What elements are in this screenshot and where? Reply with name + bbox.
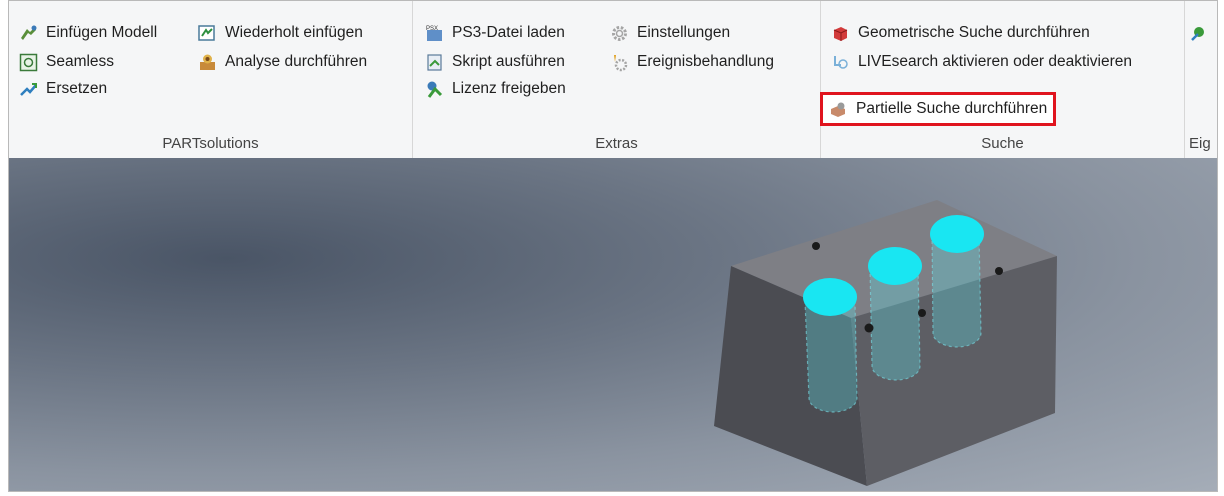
3d-viewport[interactable] bbox=[9, 158, 1217, 491]
insert-model-button[interactable]: Einfügen Modell bbox=[19, 21, 157, 45]
seamless-icon bbox=[19, 53, 38, 72]
3d-model bbox=[714, 200, 1057, 486]
gear-icon bbox=[610, 24, 629, 43]
partial-search-label: Partielle Suche durchführen bbox=[856, 100, 1048, 117]
geometric-search-icon bbox=[831, 24, 850, 43]
script-icon bbox=[425, 53, 444, 72]
license-icon bbox=[425, 80, 444, 99]
repeat-insert-button[interactable]: Wiederholt einfügen bbox=[198, 21, 363, 45]
ps3-load-label: PS3-Datei laden bbox=[452, 24, 565, 41]
repeat-insert-icon bbox=[198, 24, 217, 43]
partial-search-icon bbox=[829, 100, 848, 119]
app-window: Einfügen Modell Wiederholt einfügen Seam… bbox=[8, 0, 1218, 492]
settings-label: Einstellungen bbox=[637, 24, 731, 41]
livesearch-toggle-button[interactable]: LIVEsearch aktivieren oder deaktivieren bbox=[831, 50, 1132, 74]
event-handling-icon bbox=[610, 53, 629, 72]
replace-button[interactable]: Ersetzen bbox=[19, 77, 107, 101]
ribbon-group-partsolutions: Einfügen Modell Wiederholt einfügen Seam… bbox=[9, 1, 413, 158]
analysis-label: Analyse durchführen bbox=[225, 53, 368, 70]
run-script-button[interactable]: Skript ausführen bbox=[425, 50, 565, 74]
ps3-file-icon: PSX bbox=[425, 24, 444, 43]
seamless-label: Seamless bbox=[46, 53, 115, 70]
bore-hole-3[interactable] bbox=[930, 215, 984, 253]
small-hole bbox=[864, 323, 874, 333]
properties-icon bbox=[1189, 24, 1208, 43]
small-hole bbox=[812, 242, 820, 250]
bore-hole-1[interactable] bbox=[803, 278, 857, 316]
replace-icon bbox=[19, 80, 38, 99]
run-script-label: Skript ausführen bbox=[452, 53, 565, 70]
release-license-label: Lizenz freigeben bbox=[452, 80, 566, 97]
analysis-icon bbox=[198, 53, 217, 72]
group-label-suche: Suche bbox=[981, 135, 1024, 152]
small-hole bbox=[995, 267, 1003, 275]
partial-search-button[interactable]: Partielle Suche durchführen bbox=[819, 92, 1057, 126]
event-handling-button[interactable]: Ereignisbehandlung bbox=[610, 50, 774, 74]
ribbon-group-suche: Geometrische Suche durchführen LIVEsearc… bbox=[819, 1, 1185, 158]
svg-text:PSX: PSX bbox=[426, 26, 438, 32]
analysis-button[interactable]: Analyse durchführen bbox=[198, 50, 367, 74]
insert-model-label: Einfügen Modell bbox=[46, 24, 158, 41]
event-handling-label: Ereignisbehandlung bbox=[637, 53, 775, 70]
properties-button[interactable] bbox=[1189, 21, 1208, 45]
insert-model-icon bbox=[19, 24, 38, 43]
livesearch-icon bbox=[831, 53, 850, 72]
bore-hole-2[interactable] bbox=[868, 247, 922, 285]
settings-button[interactable]: Einstellungen bbox=[610, 21, 730, 45]
geometric-search-button[interactable]: Geometrische Suche durchführen bbox=[831, 21, 1090, 45]
ribbon-group-eig: Eig bbox=[1185, 1, 1217, 158]
replace-label: Ersetzen bbox=[46, 80, 108, 97]
release-license-button[interactable]: Lizenz freigeben bbox=[425, 77, 566, 101]
seamless-button[interactable]: Seamless bbox=[19, 50, 114, 74]
group-label-extras: Extras bbox=[595, 135, 638, 152]
repeat-insert-label: Wiederholt einfügen bbox=[225, 24, 363, 41]
livesearch-label: LIVEsearch aktivieren oder deaktivieren bbox=[858, 53, 1132, 70]
ribbon-group-extras: PSX PS3-Datei laden Einstellungen Skript… bbox=[413, 1, 821, 158]
geometric-search-label: Geometrische Suche durchführen bbox=[858, 24, 1090, 41]
ps3-load-button[interactable]: PSX PS3-Datei laden bbox=[425, 21, 565, 45]
small-hole bbox=[918, 309, 926, 317]
ribbon: Einfügen Modell Wiederholt einfügen Seam… bbox=[9, 1, 1217, 159]
group-label-partsolutions: PARTsolutions bbox=[162, 135, 259, 152]
group-label-eig: Eig bbox=[1189, 135, 1211, 152]
